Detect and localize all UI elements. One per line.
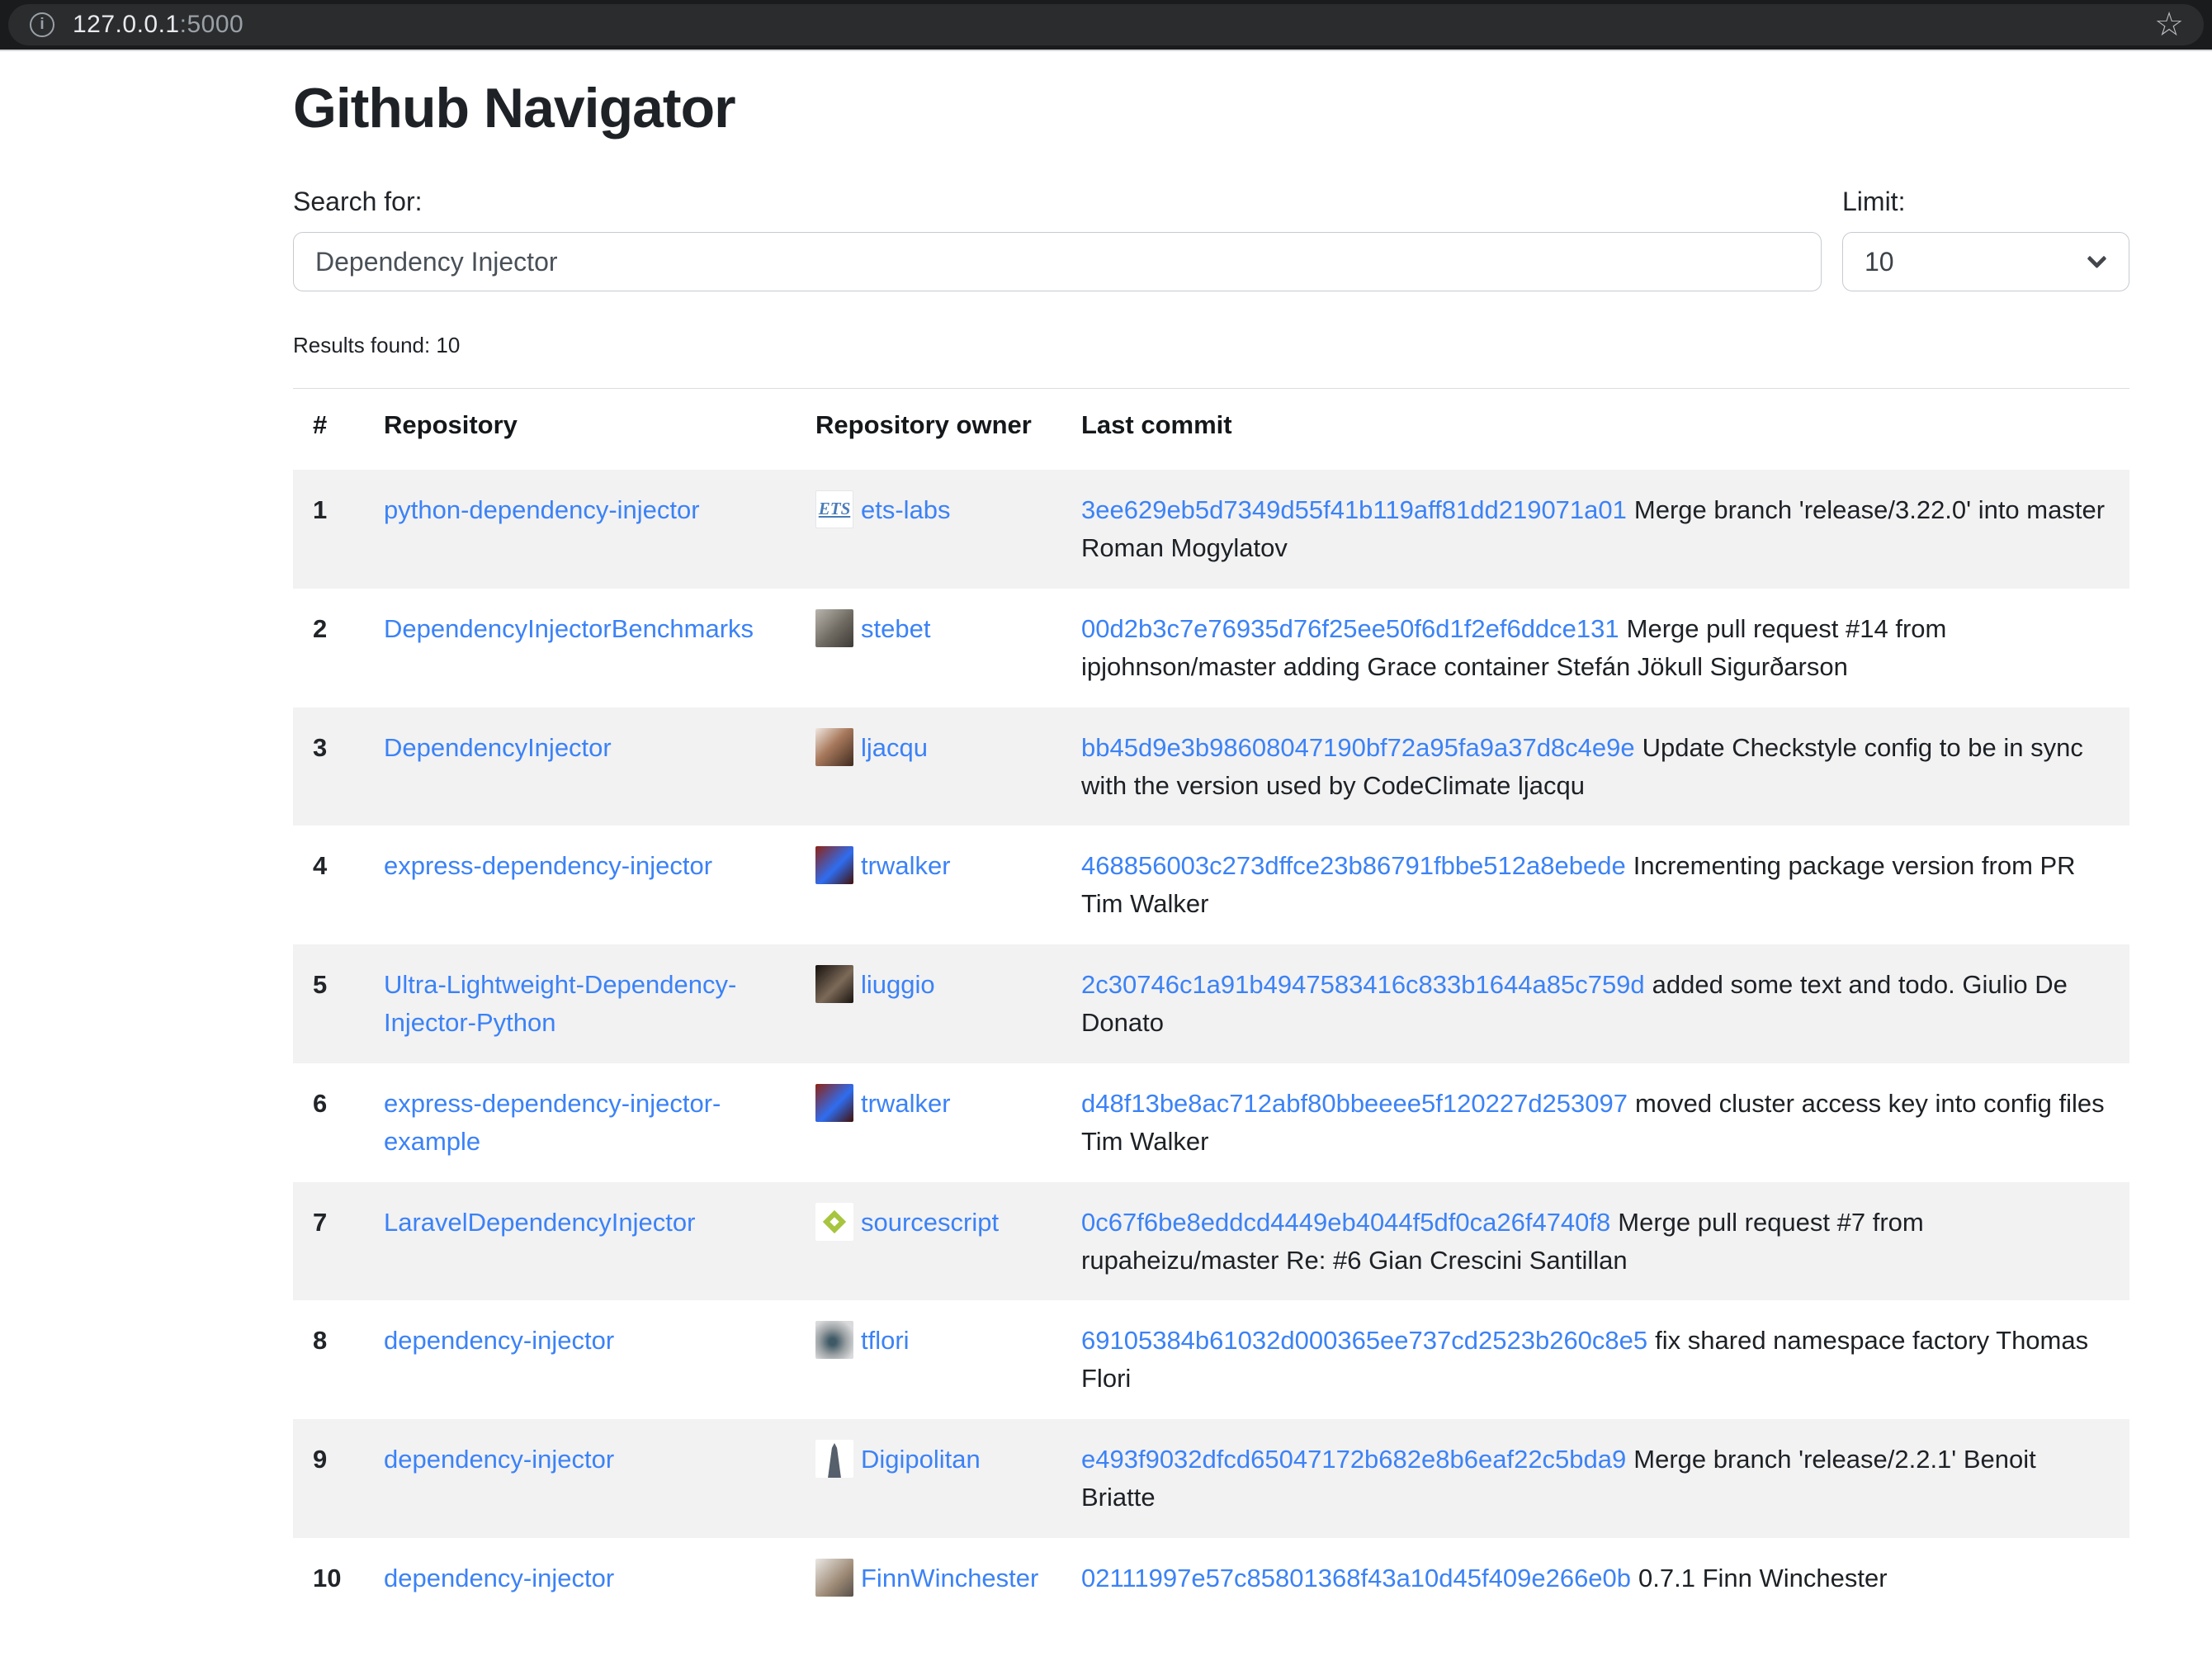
digipolitan-avatar	[815, 1440, 853, 1478]
commit-hash-link[interactable]: 2c30746c1a91b4947583416c833b1644a85c759d	[1081, 970, 1645, 999]
commit-hash-link[interactable]: e493f9032dfcd65047172b682e8b6eaf22c5bda9	[1081, 1445, 1626, 1474]
owner-link[interactable]: trwalker	[861, 1089, 951, 1118]
results-table-header: # Repository Repository owner Last commi…	[293, 389, 2129, 470]
repo-link[interactable]: python-dependency-injector	[384, 495, 700, 524]
table-row: 8 dependency-injector tflori 69105384b61…	[293, 1300, 2129, 1419]
row-number: 8	[293, 1300, 364, 1419]
sourcescript-avatar	[815, 1203, 853, 1241]
row-number: 4	[293, 826, 364, 944]
table-row: 10 dependency-injector FinnWinchester 02…	[293, 1538, 2129, 1621]
commit-hash-link[interactable]: 69105384b61032d000365ee737cd2523b260c8e5	[1081, 1326, 1647, 1355]
table-row: 4 express-dependency-injector trwalker 4…	[293, 826, 2129, 944]
owner-link[interactable]: ets-labs	[861, 495, 951, 524]
table-row: 2 DependencyInjectorBenchmarks stebet 00…	[293, 589, 2129, 707]
results-table: # Repository Repository owner Last commi…	[293, 389, 2129, 1621]
trwalker-avatar	[815, 846, 853, 884]
header-number: #	[293, 389, 364, 470]
ljacqu-avatar	[815, 728, 853, 766]
ets-labs-avatar: ETS	[815, 490, 853, 528]
limit-label: Limit:	[1842, 187, 2129, 217]
form-inputs-row: 10	[293, 232, 2129, 291]
results-table-body: 1 python-dependency-injector ETS ets-labs…	[293, 470, 2129, 1621]
page-info-icon[interactable]: i	[30, 12, 54, 37]
row-number: 10	[293, 1538, 364, 1621]
stebet-avatar	[815, 609, 853, 647]
commit-hash-link[interactable]: 0c67f6be8eddcd4449eb4044f5df0ca26f4740f8	[1081, 1208, 1610, 1237]
row-number: 5	[293, 944, 364, 1063]
header-repository: Repository	[364, 389, 796, 470]
commit-hash-link[interactable]: 02111997e57c85801368f43a10d45f409e266e0b	[1081, 1564, 1631, 1592]
chevron-down-icon	[2087, 248, 2106, 268]
page-title: Github Navigator	[293, 76, 2129, 140]
results-count: Results found: 10	[293, 333, 2129, 358]
trwalker-avatar	[815, 1084, 853, 1122]
header-repository-owner: Repository owner	[796, 389, 1061, 470]
url-text: 127.0.0.1:5000	[73, 11, 243, 39]
row-number: 7	[293, 1182, 364, 1301]
repo-link[interactable]: dependency-injector	[384, 1445, 614, 1474]
owner-link[interactable]: tflori	[861, 1326, 910, 1355]
owner-link[interactable]: ljacqu	[861, 733, 928, 762]
limit-selected-value: 10	[1865, 247, 1894, 277]
row-number: 3	[293, 707, 364, 826]
url-host: 127.0.0.1	[73, 11, 180, 38]
commit-hash-link[interactable]: d48f13be8ac712abf80bbeeee5f120227d253097	[1081, 1089, 1628, 1118]
table-row: 1 python-dependency-injector ETS ets-labs…	[293, 470, 2129, 589]
owner-link[interactable]: sourcescript	[861, 1208, 999, 1237]
header-last-commit: Last commit	[1061, 389, 2129, 470]
form-labels-row: Search for: Limit:	[293, 187, 2129, 217]
tflori-avatar	[815, 1321, 853, 1359]
repo-link[interactable]: express-dependency-injector	[384, 851, 712, 880]
repo-link[interactable]: express-dependency-injector-example	[384, 1089, 721, 1156]
row-number: 9	[293, 1419, 364, 1538]
repo-link[interactable]: DependencyInjector	[384, 733, 612, 762]
owner-link[interactable]: liuggio	[861, 970, 935, 999]
liuggio-avatar	[815, 965, 853, 1003]
commit-hash-link[interactable]: 00d2b3c7e76935d76f25ee50f6d1f2ef6ddce131	[1081, 614, 1619, 643]
repo-link[interactable]: DependencyInjectorBenchmarks	[384, 614, 754, 643]
page-content: Github Navigator Search for: Limit: 10 R…	[293, 76, 2129, 1621]
commit-hash-link[interactable]: 468856003c273dffce23b86791fbbe512a8ebede	[1081, 851, 1626, 880]
owner-link[interactable]: stebet	[861, 614, 930, 643]
table-row: 3 DependencyInjector ljacqu bb45d9e3b986…	[293, 707, 2129, 826]
limit-select[interactable]: 10	[1842, 232, 2129, 291]
commit-hash-link[interactable]: bb45d9e3b98608047190bf72a95fa9a37d8c4e9e	[1081, 733, 1635, 762]
row-number: 1	[293, 470, 364, 589]
search-input[interactable]	[293, 232, 1822, 291]
browser-toolbar: i 127.0.0.1:5000 ☆	[0, 0, 2212, 51]
bookmark-star-icon[interactable]: ☆	[2154, 8, 2184, 41]
table-row: 7 LaravelDependencyInjector sourcescript…	[293, 1182, 2129, 1301]
row-number: 2	[293, 589, 364, 707]
url-port: :5000	[180, 11, 244, 38]
table-row: 9 dependency-injector Digipolitan e493f9…	[293, 1419, 2129, 1538]
repo-link[interactable]: dependency-injector	[384, 1564, 614, 1592]
repo-link[interactable]: LaravelDependencyInjector	[384, 1208, 695, 1237]
commit-hash-link[interactable]: 3ee629eb5d7349d55f41b119aff81dd219071a01	[1081, 495, 1627, 524]
owner-link[interactable]: Digipolitan	[861, 1445, 981, 1474]
table-row: 6 express-dependency-injector-example tr…	[293, 1063, 2129, 1182]
repo-link[interactable]: Ultra-Lightweight-Dependency-Injector-Py…	[384, 970, 736, 1037]
owner-link[interactable]: trwalker	[861, 851, 951, 880]
owner-link[interactable]: FinnWinchester	[861, 1564, 1038, 1592]
finnwinchester-avatar	[815, 1559, 853, 1597]
table-row: 5 Ultra-Lightweight-Dependency-Injector-…	[293, 944, 2129, 1063]
repo-link[interactable]: dependency-injector	[384, 1326, 614, 1355]
address-bar[interactable]: i 127.0.0.1:5000 ☆	[8, 4, 2204, 45]
commit-message: 0.7.1 Finn Winchester	[1638, 1564, 1888, 1592]
search-label: Search for:	[293, 187, 1822, 217]
row-number: 6	[293, 1063, 364, 1182]
